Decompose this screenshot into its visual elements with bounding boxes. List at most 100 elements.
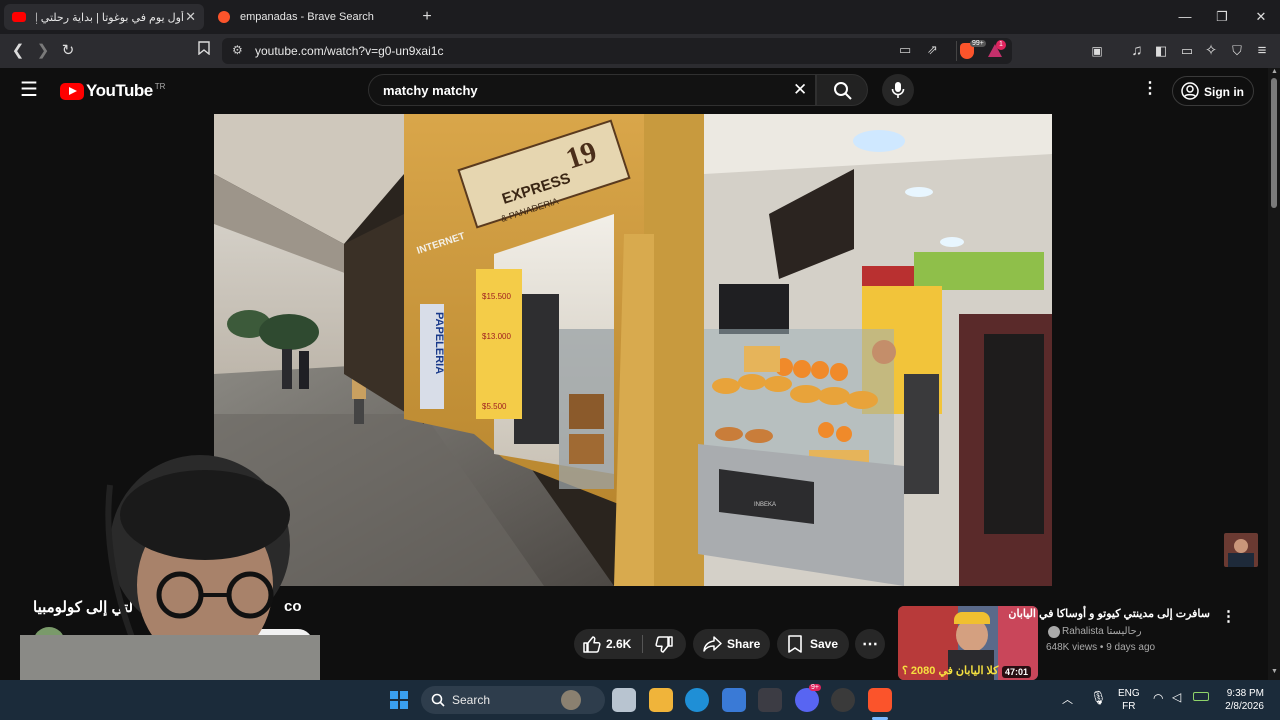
reader-mode-icon[interactable]: ▣ [1086,40,1108,62]
minimize-icon[interactable]: — [1174,6,1196,28]
scroll-up-icon[interactable]: ▲ [1271,68,1278,75]
clear-search-icon[interactable]: ✕ [793,80,807,100]
sign-papeleria: PAPELERIA [433,312,445,374]
dislike-button[interactable] [644,629,686,659]
search-input[interactable]: matchy matchy ✕ [368,74,816,106]
share-icon [703,636,722,652]
webcam-overlay [0,455,320,680]
windows-taskbar: Search 9+ ︿ 🎙 ENG FR ◠ ◁ 9:38 PM 2/8/202… [0,680,1280,720]
navigation-bar: ❮ ❯ ↻ ⚙ youtube.com/watch?v=g0-un9xai1c … [0,34,1280,68]
microphone-icon [891,82,905,98]
show-hidden-icons[interactable]: ︿ [1062,691,1073,707]
logo-text: YouTube [86,81,153,100]
microsoft-store-icon[interactable] [722,688,746,712]
more-actions-icon[interactable]: ⋯ [855,629,885,659]
scrollbar[interactable]: ▲ ▼ [1268,68,1280,680]
rewards-badge: 1 [996,40,1006,50]
clock[interactable]: 9:38 PM 2/8/2026 [1218,687,1264,713]
sign-in-label: Sign in [1204,85,1244,99]
close-tab-icon[interactable]: ✕ [185,9,196,25]
wifi-icon[interactable]: ◠ [1153,691,1163,705]
save-button[interactable]: Save [777,629,849,659]
menu-icon[interactable]: ≡ [1251,40,1273,62]
language-primary: ENG [1118,688,1140,699]
tab-brave-search[interactable]: empanadas - Brave Search [210,4,410,30]
voice-search-button[interactable] [882,74,914,106]
tab-youtube[interactable]: أول يوم في بوغوتا | بداية رحلتي إلى ✕ [4,4,204,30]
battery-icon[interactable] [1193,692,1209,701]
obs-icon[interactable] [831,688,855,712]
language-indicator[interactable]: ENG FR [1118,687,1140,713]
language-secondary: FR [1122,701,1136,712]
file-explorer-icon[interactable] [649,688,673,712]
share-page-icon[interactable]: ⇗ [927,42,938,58]
video-frame: 19 EXPRESS & PANADERIA INTERNET PAPELERI… [214,114,1052,586]
settings-more-icon[interactable]: ⋮ [1142,81,1158,97]
thumbnail-caption: كلا اليابان في 2080 ؟ [902,665,999,677]
url-text: youtube.com/watch?v=g0-un9xai1c [255,44,444,58]
edge-icon[interactable] [685,688,709,712]
task-view-icon[interactable] [612,688,636,712]
bookmark-icon[interactable] [193,40,215,62]
site-info-icon[interactable]: ⚙ [232,43,243,57]
tab-title: أول يوم في بوغوتا | بداية رحلتي إلى [36,11,184,24]
brave-search-favicon-icon [218,11,230,23]
back-icon[interactable]: ❮ [7,40,29,62]
address-bar[interactable]: ⚙ youtube.com/watch?v=g0-un9xai1c ▭ ⇗ 99… [222,38,1012,64]
like-dislike-group: 2.6K [574,629,686,659]
reload-icon[interactable]: ↻ [57,40,79,62]
guide-menu-icon[interactable]: ☰ [20,80,38,100]
leo-ai-icon[interactable]: ✧ [1200,40,1222,62]
search-icon [431,693,445,707]
volume-icon[interactable]: ◁ [1172,690,1181,704]
clock-time: 9:38 PM [1226,688,1264,699]
endscreen-thumbnail[interactable] [1224,533,1258,567]
search-button[interactable] [816,74,868,106]
price-1: $15.500 [482,292,511,301]
save-playlist-icon [788,635,802,653]
media-icon[interactable]: ♫ [1126,40,1148,62]
like-button[interactable]: 2.6K [574,629,642,659]
microphone-tray-icon[interactable]: 🎙 [1090,690,1107,706]
thumbs-down-icon [655,636,673,653]
cast-icon[interactable]: ▭ [899,42,911,58]
youtube-play-icon [60,82,84,100]
discord-icon[interactable]: 9+ [795,684,821,712]
start-button[interactable] [387,688,411,712]
shields-count-badge: 99+ [970,40,986,47]
youtube-favicon-icon [12,12,26,22]
wallet-icon[interactable]: ▭ [1176,40,1198,62]
related-more-icon[interactable]: ⋮ [1221,607,1236,625]
app-icon[interactable] [758,688,782,712]
new-tab-icon[interactable]: + [416,6,438,28]
clock-date: 2/8/2026 [1225,701,1264,712]
youtube-logo[interactable]: YouTube TR [60,81,165,101]
search-query: matchy matchy [383,83,478,98]
vpn-shield-icon[interactable]: ⛉ [1226,40,1248,62]
scroll-down-icon[interactable]: ▼ [1271,668,1278,675]
oven-brand: INBEKA [754,502,776,508]
brave-taskbar-icon[interactable] [868,688,892,712]
window-close-icon[interactable]: ✕ [1250,6,1272,28]
share-button[interactable]: Share [693,629,770,659]
search-highlight-icon [561,690,581,710]
related-title[interactable]: سافرت إلى مدينتي كيوتو و أوساكا في الياب… [1008,607,1210,620]
related-channel[interactable]: Rahalista رحاليستا [1062,626,1142,637]
sign-in-button[interactable]: Sign in [1172,76,1254,106]
taskbar-search-box[interactable]: Search [421,686,605,714]
tab-title: empanadas - Brave Search [240,11,374,23]
search-icon [834,82,852,100]
video-player[interactable]: 19 EXPRESS & PANADERIA INTERNET PAPELERI… [214,114,1052,586]
forward-icon[interactable]: ❯ [32,40,54,62]
scrollbar-thumb[interactable] [1271,78,1277,208]
share-label: Share [727,637,761,651]
verified-icon [1048,626,1060,638]
taskbar-search-label: Search [452,693,491,707]
restore-icon[interactable]: ❐ [1211,6,1233,28]
tab-bar: أول يوم في بوغوتا | بداية رحلتي إلى ✕ em… [0,0,1280,34]
divider [642,635,643,653]
price-2: $13.000 [482,332,511,341]
like-count: 2.6K [606,637,632,651]
discord-badge: 9+ [809,684,821,691]
sidebar-icon[interactable]: ◧ [1150,40,1172,62]
